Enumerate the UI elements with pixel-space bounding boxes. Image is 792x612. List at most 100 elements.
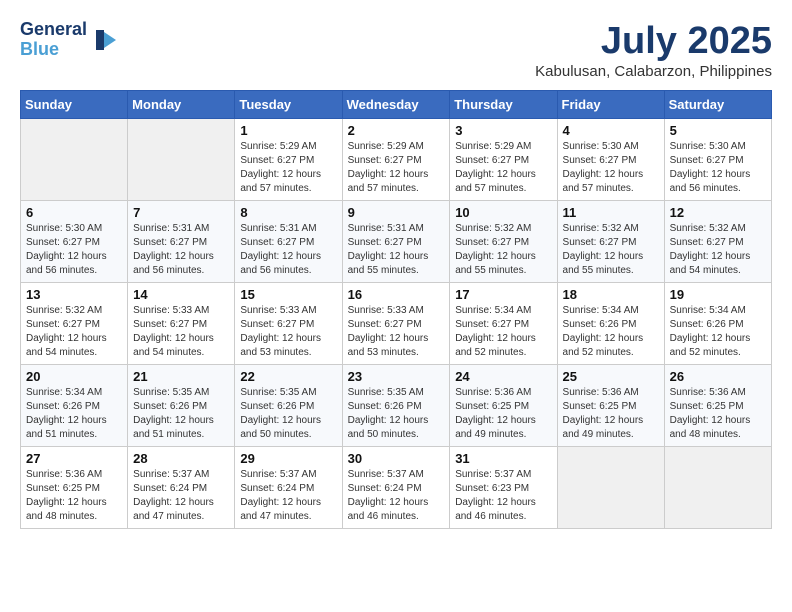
day-number: 28 <box>133 451 229 466</box>
calendar-cell: 17 Sunrise: 5:34 AM Sunset: 6:27 PM Dayli… <box>450 283 557 365</box>
calendar-cell: 4 Sunrise: 5:30 AM Sunset: 6:27 PM Daylig… <box>557 119 664 201</box>
weekday-header-wednesday: Wednesday <box>342 91 450 119</box>
day-info: Sunrise: 5:34 AM Sunset: 6:26 PM Dayligh… <box>26 386 122 442</box>
calendar-cell: 21Sunrise: 5:35 AM Sunset: 6:26 PM Dayli… <box>128 365 235 447</box>
day-info: Sunrise: 5:32 AM Sunset: 6:27 PM Dayligh… <box>670 222 766 278</box>
calendar-cell: 25 Sunrise: 5:36 AM Sunset: 6:25 PM Dayli… <box>557 365 664 447</box>
day-number: 16 <box>348 287 445 302</box>
day-number: 29 <box>240 451 336 466</box>
day-info: Sunrise: 5:33 AM Sunset: 6:27 PM Dayligh… <box>348 304 445 360</box>
week-row-1: 1 Sunrise: 5:29 AM Sunset: 6:27 PM Daylig… <box>21 119 772 201</box>
day-number: 12 <box>670 205 766 220</box>
day-number: 14 <box>133 287 229 302</box>
logo: GeneralBlue <box>20 20 121 60</box>
week-row-3: 13Sunrise: 5:32 AM Sunset: 6:27 PM Dayli… <box>21 283 772 365</box>
day-number: 7 <box>133 205 229 220</box>
day-number: 10 <box>455 205 551 220</box>
calendar-cell: 1 Sunrise: 5:29 AM Sunset: 6:27 PM Daylig… <box>235 119 342 201</box>
day-info: Sunrise: 5:36 AM Sunset: 6:25 PM Dayligh… <box>455 386 551 442</box>
location-subtitle: Kabulusan, Calabarzon, Philippines <box>535 63 772 80</box>
day-number: 11 <box>563 205 659 220</box>
day-info: Sunrise: 5:29 AM Sunset: 6:27 PM Dayligh… <box>240 140 336 196</box>
calendar-cell: 11 Sunrise: 5:32 AM Sunset: 6:27 PM Dayli… <box>557 201 664 283</box>
day-info: Sunrise: 5:36 AM Sunset: 6:25 PM Dayligh… <box>563 386 659 442</box>
weekday-header-friday: Friday <box>557 91 664 119</box>
day-number: 1 <box>240 123 336 138</box>
day-info: Sunrise: 5:36 AM Sunset: 6:25 PM Dayligh… <box>670 386 766 442</box>
calendar-cell: 13Sunrise: 5:32 AM Sunset: 6:27 PM Dayli… <box>21 283 128 365</box>
calendar-cell: 14 Sunrise: 5:33 AM Sunset: 6:27 PM Dayli… <box>128 283 235 365</box>
day-number: 31 <box>455 451 551 466</box>
day-info: Sunrise: 5:34 AM Sunset: 6:26 PM Dayligh… <box>670 304 766 360</box>
calendar-cell: 24 Sunrise: 5:36 AM Sunset: 6:25 PM Dayli… <box>450 365 557 447</box>
calendar-cell: 20Sunrise: 5:34 AM Sunset: 6:26 PM Dayli… <box>21 365 128 447</box>
calendar-cell: 15 Sunrise: 5:33 AM Sunset: 6:27 PM Dayli… <box>235 283 342 365</box>
calendar-table: SundayMondayTuesdayWednesdayThursdayFrid… <box>20 90 772 529</box>
day-info: Sunrise: 5:37 AM Sunset: 6:24 PM Dayligh… <box>348 468 445 524</box>
day-info: Sunrise: 5:36 AM Sunset: 6:25 PM Dayligh… <box>26 468 122 524</box>
calendar-cell: 6 Sunrise: 5:30 AM Sunset: 6:27 PM Daylig… <box>21 201 128 283</box>
weekday-header-saturday: Saturday <box>664 91 771 119</box>
calendar-cell: 10 Sunrise: 5:32 AM Sunset: 6:27 PM Dayli… <box>450 201 557 283</box>
calendar-cell <box>557 447 664 529</box>
day-info: Sunrise: 5:29 AM Sunset: 6:27 PM Dayligh… <box>455 140 551 196</box>
calendar-cell: 19Sunrise: 5:34 AM Sunset: 6:26 PM Dayli… <box>664 283 771 365</box>
day-info: Sunrise: 5:32 AM Sunset: 6:27 PM Dayligh… <box>455 222 551 278</box>
calendar-cell: 29Sunrise: 5:37 AM Sunset: 6:24 PM Dayli… <box>235 447 342 529</box>
day-info: Sunrise: 5:33 AM Sunset: 6:27 PM Dayligh… <box>133 304 229 360</box>
page-header: GeneralBlue July 2025 Kabulusan, Calabar… <box>20 20 772 80</box>
day-info: Sunrise: 5:37 AM Sunset: 6:23 PM Dayligh… <box>455 468 551 524</box>
day-number: 17 <box>455 287 551 302</box>
day-number: 5 <box>670 123 766 138</box>
day-info: Sunrise: 5:30 AM Sunset: 6:27 PM Dayligh… <box>563 140 659 196</box>
day-number: 26 <box>670 369 766 384</box>
month-title: July 2025 <box>535 20 772 63</box>
calendar-cell: 22 Sunrise: 5:35 AM Sunset: 6:26 PM Dayli… <box>235 365 342 447</box>
weekday-header-tuesday: Tuesday <box>235 91 342 119</box>
day-info: Sunrise: 5:31 AM Sunset: 6:27 PM Dayligh… <box>240 222 336 278</box>
day-info: Sunrise: 5:32 AM Sunset: 6:27 PM Dayligh… <box>26 304 122 360</box>
day-number: 30 <box>348 451 445 466</box>
calendar-cell <box>128 119 235 201</box>
logo-text: GeneralBlue <box>20 20 87 60</box>
day-number: 25 <box>563 369 659 384</box>
calendar-cell <box>21 119 128 201</box>
day-info: Sunrise: 5:35 AM Sunset: 6:26 PM Dayligh… <box>348 386 445 442</box>
calendar-cell: 18 Sunrise: 5:34 AM Sunset: 6:26 PM Dayli… <box>557 283 664 365</box>
weekday-header-row: SundayMondayTuesdayWednesdayThursdayFrid… <box>21 91 772 119</box>
day-info: Sunrise: 5:34 AM Sunset: 6:26 PM Dayligh… <box>563 304 659 360</box>
day-info: Sunrise: 5:37 AM Sunset: 6:24 PM Dayligh… <box>133 468 229 524</box>
day-info: Sunrise: 5:30 AM Sunset: 6:27 PM Dayligh… <box>26 222 122 278</box>
day-info: Sunrise: 5:29 AM Sunset: 6:27 PM Dayligh… <box>348 140 445 196</box>
day-info: Sunrise: 5:35 AM Sunset: 6:26 PM Dayligh… <box>133 386 229 442</box>
week-row-5: 27 Sunrise: 5:36 AM Sunset: 6:25 PM Dayli… <box>21 447 772 529</box>
day-number: 6 <box>26 205 122 220</box>
day-info: Sunrise: 5:33 AM Sunset: 6:27 PM Dayligh… <box>240 304 336 360</box>
day-info: Sunrise: 5:32 AM Sunset: 6:27 PM Dayligh… <box>563 222 659 278</box>
day-number: 15 <box>240 287 336 302</box>
week-row-4: 20Sunrise: 5:34 AM Sunset: 6:26 PM Dayli… <box>21 365 772 447</box>
calendar-cell <box>664 447 771 529</box>
day-number: 4 <box>563 123 659 138</box>
day-info: Sunrise: 5:31 AM Sunset: 6:27 PM Dayligh… <box>348 222 445 278</box>
day-number: 3 <box>455 123 551 138</box>
day-number: 8 <box>240 205 336 220</box>
weekday-header-sunday: Sunday <box>21 91 128 119</box>
day-number: 27 <box>26 451 122 466</box>
calendar-cell: 5 Sunrise: 5:30 AM Sunset: 6:27 PM Daylig… <box>664 119 771 201</box>
calendar-cell: 8 Sunrise: 5:31 AM Sunset: 6:27 PM Daylig… <box>235 201 342 283</box>
calendar-cell: 12 Sunrise: 5:32 AM Sunset: 6:27 PM Dayli… <box>664 201 771 283</box>
title-section: July 2025 Kabulusan, Calabarzon, Philipp… <box>535 20 772 80</box>
day-info: Sunrise: 5:34 AM Sunset: 6:27 PM Dayligh… <box>455 304 551 360</box>
calendar-cell: 16 Sunrise: 5:33 AM Sunset: 6:27 PM Dayli… <box>342 283 450 365</box>
calendar-cell: 30 Sunrise: 5:37 AM Sunset: 6:24 PM Dayli… <box>342 447 450 529</box>
day-number: 24 <box>455 369 551 384</box>
logo-icon <box>91 25 121 55</box>
day-info: Sunrise: 5:35 AM Sunset: 6:26 PM Dayligh… <box>240 386 336 442</box>
calendar-cell: 2Sunrise: 5:29 AM Sunset: 6:27 PM Daylig… <box>342 119 450 201</box>
weekday-header-thursday: Thursday <box>450 91 557 119</box>
day-number: 22 <box>240 369 336 384</box>
day-info: Sunrise: 5:30 AM Sunset: 6:27 PM Dayligh… <box>670 140 766 196</box>
calendar-cell: 7Sunrise: 5:31 AM Sunset: 6:27 PM Daylig… <box>128 201 235 283</box>
day-number: 18 <box>563 287 659 302</box>
